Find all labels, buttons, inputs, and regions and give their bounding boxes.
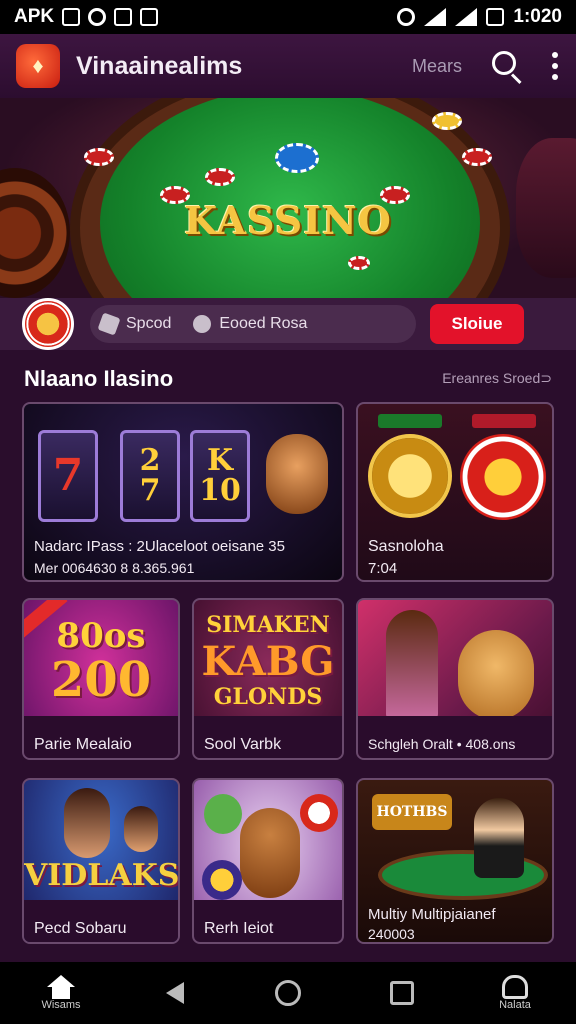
reel-symbol: K (206, 443, 234, 478)
reel-symbol: 2 (139, 443, 161, 478)
character-image (124, 806, 158, 852)
app-header: ♦ Vinaainealims Mears (0, 34, 576, 98)
filter-pills: Spcod Eooed Rosa (90, 305, 416, 343)
nav-alerts[interactable]: Nalata (480, 975, 550, 1011)
card-big-text: 200 (50, 652, 152, 708)
card-line: Mer 0064630 8 8.365.961 (34, 560, 195, 576)
badge-green (378, 414, 442, 428)
recents-icon (389, 981, 414, 1005)
bottom-nav: Wisams Nalata (0, 962, 576, 1024)
game-card[interactable]: VIDLAKS Pecd Sobaru (22, 778, 180, 944)
action-bar: Spcod Eooed Rosa Sloiue (0, 298, 576, 350)
hero-banner[interactable]: KASSINO (0, 98, 576, 298)
chip-icon (432, 112, 462, 130)
card-caption: Parie Mealaio (34, 736, 132, 753)
app-title: Vinaainealims (76, 51, 243, 80)
game-card[interactable]: Rerh Ieiot (192, 778, 344, 944)
card-line: Nadarc IPass : 2Ulaceloot oeisane 35 (34, 538, 285, 555)
chip-icon (84, 148, 114, 166)
reel: 2 7 (120, 430, 180, 522)
chip-icon (460, 434, 546, 520)
status-bar: APK 1:020 (0, 0, 576, 34)
pill-label: Spcod (126, 315, 172, 332)
chip-icon (202, 860, 242, 900)
reel-symbol: 7 (139, 473, 161, 508)
pill-spcod[interactable]: Spcod (97, 312, 172, 336)
signal-icon (455, 8, 478, 26)
mascot-image (266, 434, 328, 514)
dog-image (458, 630, 534, 720)
tag-icon (97, 312, 121, 336)
chip-avatar-icon[interactable] (22, 298, 74, 350)
home-circle-icon (275, 980, 301, 1006)
download-icon (140, 8, 159, 26)
nav-home-circle[interactable] (253, 980, 323, 1006)
status-time: 1:020 (513, 6, 562, 27)
game-card[interactable]: Schgleh Oralt • 408.ons (356, 598, 554, 760)
badge-red (472, 414, 536, 428)
card-big-text: KABG (201, 638, 335, 685)
header-link[interactable]: Mears (412, 56, 462, 77)
character-image (64, 788, 110, 858)
card-big-text: SIMAKEN (206, 612, 330, 638)
card-caption: Rerh Ieiot (204, 920, 274, 937)
card-line: Sasnoloha (368, 538, 444, 555)
character-image (204, 794, 242, 834)
chip-icon (462, 148, 492, 166)
status-apk-label: APK (14, 6, 55, 27)
wifi-icon (424, 8, 447, 26)
cta-button[interactable]: Sloiue (430, 304, 524, 344)
chip-icon (205, 168, 235, 186)
coin-icon (368, 434, 452, 518)
reel-cherry: 7 (38, 430, 98, 522)
bear-image (240, 808, 300, 898)
reel: K 10 (190, 430, 250, 522)
card-line: 7:04 (368, 560, 398, 577)
dealer-image (474, 798, 524, 878)
nav-home[interactable]: Wisams (26, 975, 96, 1011)
card-line: Multiy Multipjaianef (368, 906, 496, 923)
sync-icon (88, 8, 107, 26)
card-big-text: 80os (56, 616, 146, 656)
game-card[interactable]: HOTHBS Multiy Multipjaianef 240003 (356, 778, 554, 944)
alarm-icon (397, 8, 416, 26)
card-big-text: GLONDS (213, 684, 323, 710)
card-caption: Schgleh Oralt • 408.ons (368, 736, 516, 752)
pill-eooed-rosa[interactable]: Eooed Rosa (193, 315, 307, 333)
reel-symbol: 10 (199, 473, 241, 508)
hero-title: KASSINO (184, 198, 392, 243)
chip-icon (348, 256, 370, 270)
bell-icon (502, 975, 528, 999)
battery-icon (486, 8, 505, 26)
game-card[interactable]: SIMAKEN KABG GLONDS Sool Varbk (192, 598, 344, 760)
image-icon (114, 8, 133, 26)
nav-label: Nalata (499, 999, 531, 1011)
card-caption: Sool Varbk (204, 736, 282, 753)
search-icon[interactable] (490, 49, 524, 85)
notification-icon (62, 8, 81, 26)
game-card[interactable]: 7 2 7 K 10 Nadarc IPass : 2Ulaceloot oei… (22, 402, 344, 582)
section-link[interactable]: Ereanres Sroed⊃ (442, 370, 552, 387)
home-icon (47, 975, 75, 999)
card-caption: Pecd Sobaru (34, 920, 127, 937)
pill-label: Eooed Rosa (219, 315, 308, 332)
section-title: Nlaano Ilasino (24, 366, 174, 391)
more-icon[interactable] (550, 52, 560, 80)
nav-back[interactable] (140, 982, 210, 1004)
gift-icon (193, 315, 212, 333)
nav-label: Wisams (41, 999, 81, 1011)
character-image (386, 610, 438, 720)
logo-icon[interactable]: ♦ (16, 44, 60, 88)
chip-icon (275, 143, 319, 173)
nav-recents[interactable] (367, 981, 437, 1005)
card-line: 240003 (368, 926, 415, 942)
back-icon (165, 982, 184, 1004)
game-card[interactable]: 80os 200 Parie Mealaio (22, 598, 180, 760)
chip-icon (300, 794, 338, 832)
game-card[interactable]: Sasnoloha 7:04 (356, 402, 554, 582)
neon-sign: HOTHBS (372, 794, 452, 830)
card-big-text: VIDLAKS (24, 858, 180, 893)
